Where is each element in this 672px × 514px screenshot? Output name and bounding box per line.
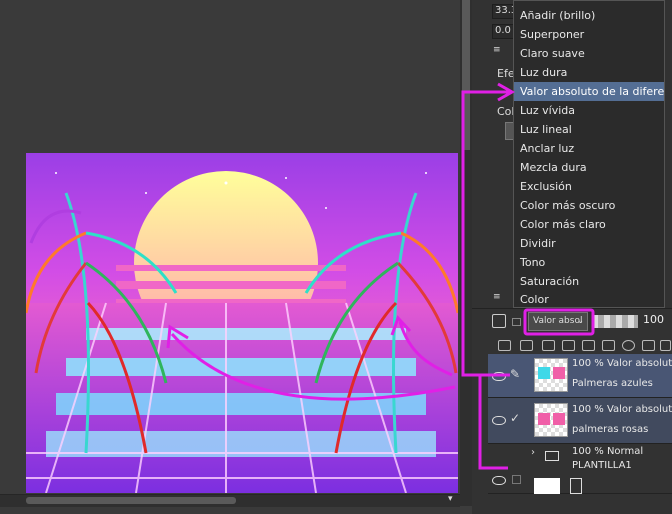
bracket-arrow-to-menu [461,90,510,377]
annotation-overlay [166,82,595,470]
arrow-head-left [166,324,189,349]
layers-bracket [478,375,508,470]
curve-arrow-left [170,333,456,401]
blend-select-highlight-box [523,308,595,336]
